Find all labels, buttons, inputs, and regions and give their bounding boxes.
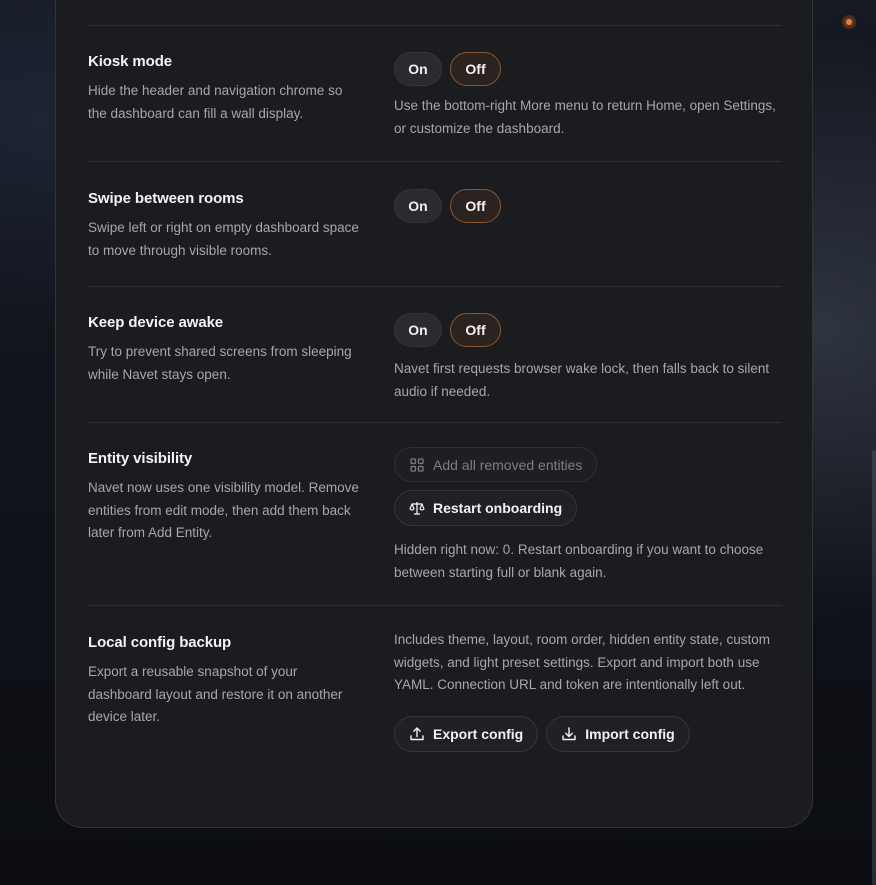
- download-icon: [562, 726, 576, 740]
- kiosk-mode-title: Kiosk mode: [88, 53, 173, 70]
- swipe-rooms-off-button[interactable]: Off: [450, 189, 501, 223]
- divider: [88, 286, 782, 287]
- keep-awake-title: Keep device awake: [88, 314, 224, 331]
- grid-icon: [410, 457, 424, 472]
- entity-visibility-title: Entity visibility: [88, 450, 193, 467]
- export-config-label: Export config: [433, 725, 524, 742]
- settings-panel: Kiosk mode Hide the header and navigatio…: [55, 0, 813, 828]
- restart-onboarding-button[interactable]: Restart onboarding: [394, 490, 578, 526]
- swipe-rooms-on-button[interactable]: On: [394, 189, 442, 223]
- upload-icon: [410, 726, 424, 740]
- kiosk-mode-toggle: On Off: [394, 52, 782, 86]
- divider: [88, 605, 782, 606]
- restart-onboarding-label: Restart onboarding: [433, 500, 563, 516]
- divider: [88, 422, 782, 423]
- swipe-rooms-title: Swipe between rooms: [88, 190, 244, 207]
- entity-visibility-description: Navet now uses one visibility model. Rem…: [88, 480, 359, 540]
- kiosk-mode-off-button[interactable]: Off: [450, 52, 501, 86]
- swipe-rooms-toggle: On Off: [394, 189, 782, 223]
- swipe-rooms-description: Swipe left or right on empty dashboard s…: [88, 220, 359, 258]
- config-backup-note: Includes theme, layout, room order, hidd…: [394, 632, 770, 692]
- status-indicator-dot: [842, 15, 856, 29]
- keep-awake-description: Try to prevent shared screens from sleep…: [88, 344, 352, 382]
- import-config-label: Import config: [585, 725, 675, 742]
- divider: [88, 161, 782, 162]
- kiosk-mode-note: Use the bottom-right More menu to return…: [394, 98, 776, 136]
- kiosk-mode-description: Hide the header and navigation chrome so…: [88, 83, 343, 121]
- config-backup-description: Export a reusable snapshot of your dashb…: [88, 664, 343, 724]
- scale-icon: [409, 502, 425, 515]
- export-config-button[interactable]: Export config: [394, 715, 539, 752]
- keep-awake-note: Navet first requests browser wake lock, …: [394, 361, 770, 399]
- divider: [88, 25, 782, 26]
- config-backup-title: Local config backup: [88, 634, 232, 651]
- kiosk-mode-on-button[interactable]: On: [394, 52, 442, 86]
- page-scrollbar[interactable]: [872, 450, 876, 885]
- import-config-button[interactable]: Import config: [546, 715, 690, 752]
- add-all-removed-entities-label: Add all removed entities: [433, 456, 583, 473]
- keep-awake-toggle: On Off: [394, 313, 782, 347]
- keep-awake-off-button[interactable]: Off: [450, 313, 501, 347]
- keep-awake-on-button[interactable]: On: [394, 313, 442, 347]
- add-all-removed-entities-button[interactable]: Add all removed entities: [394, 447, 598, 482]
- entity-visibility-note: Hidden right now: 0. Restart onboarding …: [394, 542, 764, 580]
